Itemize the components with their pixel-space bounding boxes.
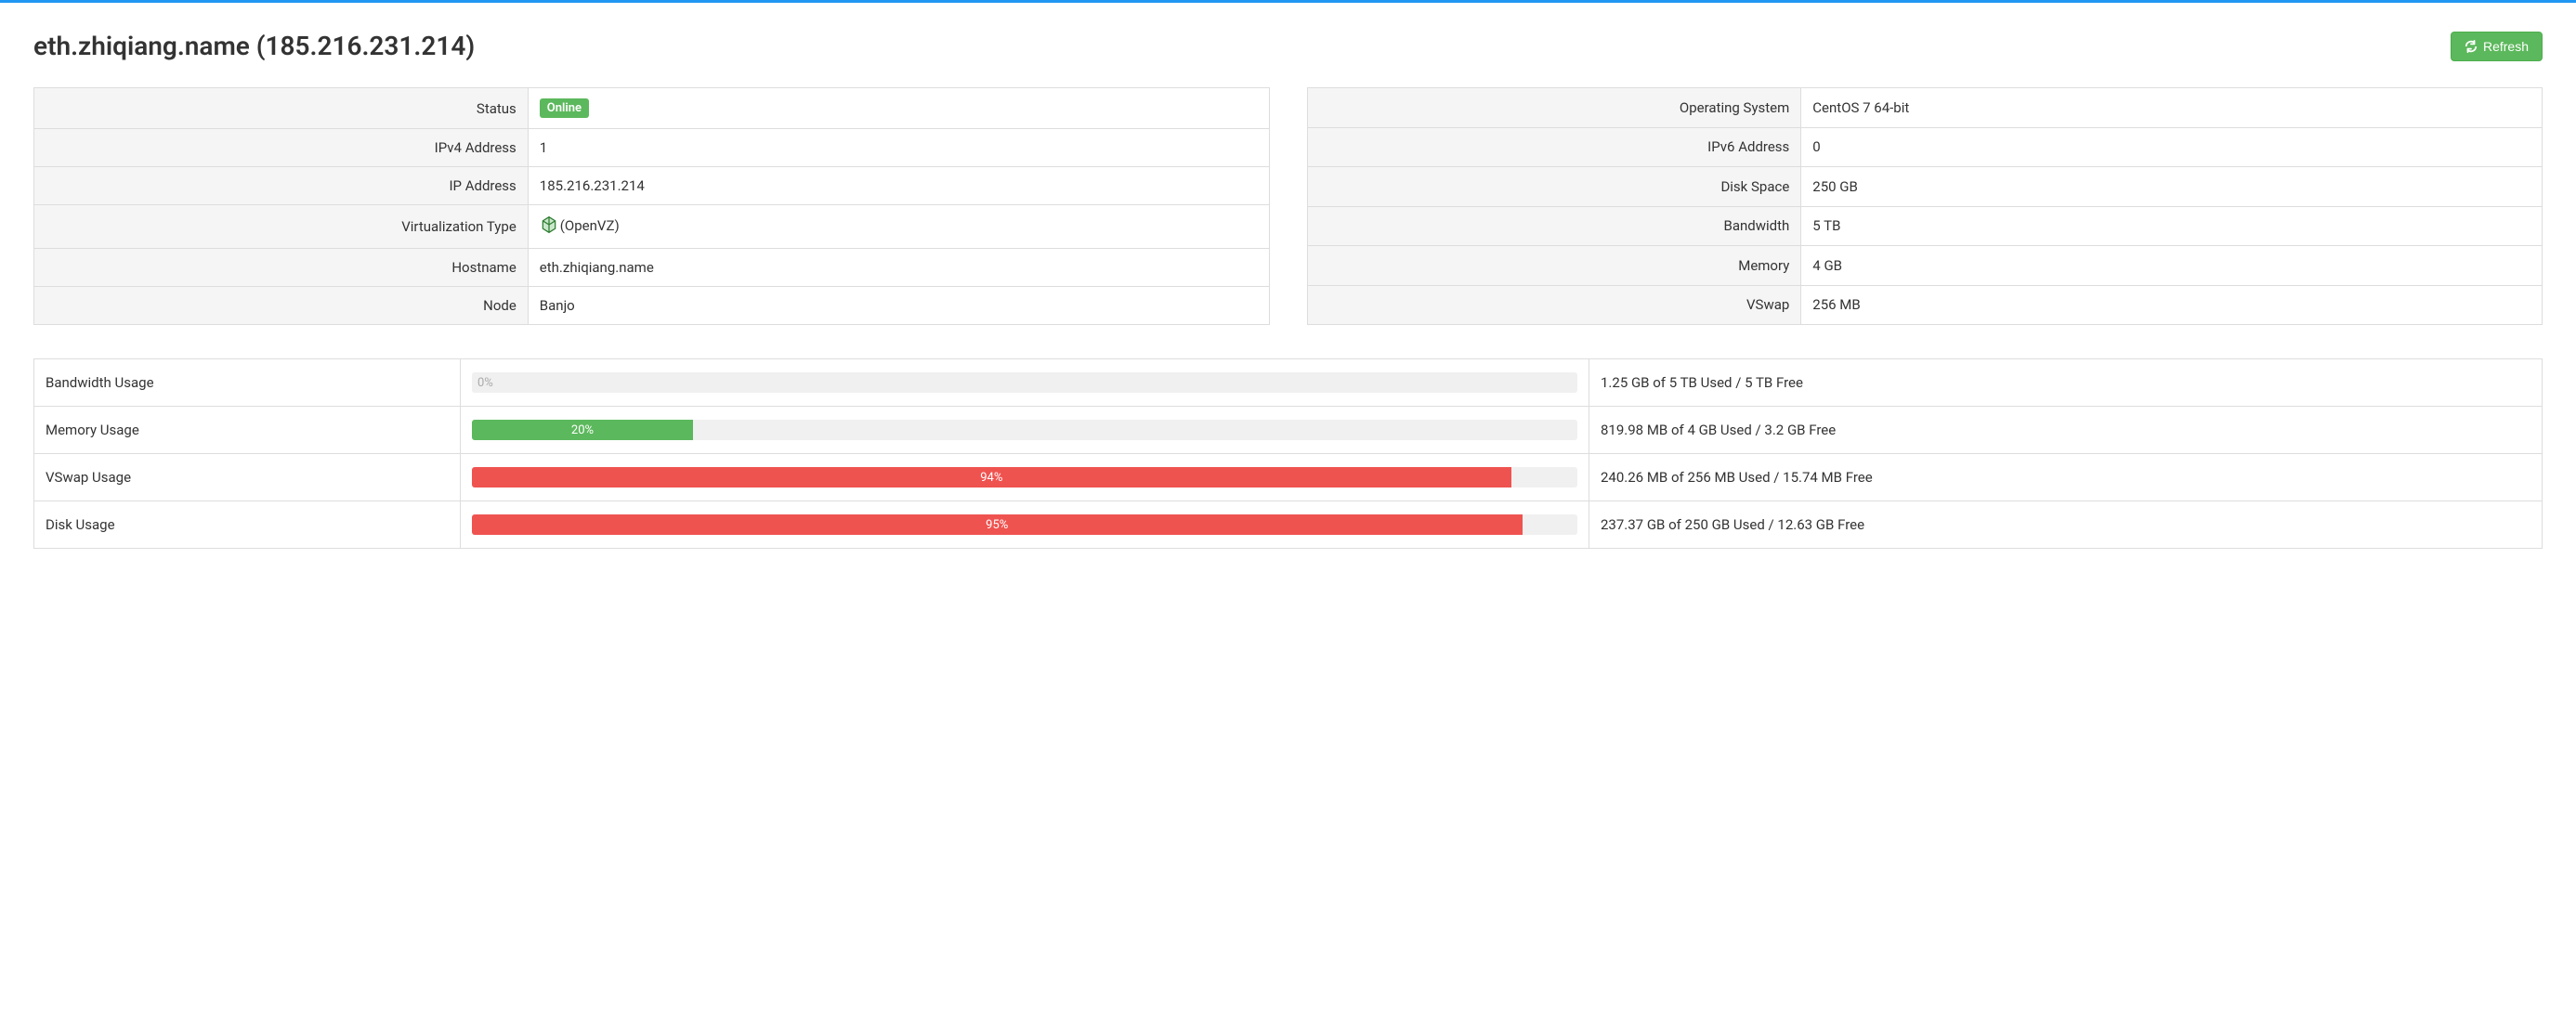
progress-percent-label: 20% [571,423,594,437]
info-label: Hostname [34,249,529,287]
info-value: 1 [528,129,1269,167]
info-value: 250 GB [1801,167,2543,207]
info-label: Bandwidth [1307,206,1801,246]
progress-track: 0% [472,372,1577,393]
info-value: (OpenVZ) [528,205,1269,249]
usage-text: 1.25 GB of 5 TB Used / 5 TB Free [1589,359,2543,407]
info-value: eth.zhiqiang.name [528,249,1269,287]
info-value: 0 [1801,127,2543,167]
info-row: IPv6 Address0 [1307,127,2543,167]
info-row: Status Online [34,88,1270,129]
info-row: Disk Space250 GB [1307,167,2543,207]
progress-bar: 0% [472,372,517,393]
info-value: 4 GB [1801,246,2543,286]
progress-percent-label: 0% [477,376,493,390]
info-row: Memory4 GB [1307,246,2543,286]
progress-bar: 94% [472,467,1511,488]
header-row: eth.zhiqiang.name (185.216.231.214) Refr… [33,31,2543,61]
usage-bar-cell: 95% [461,501,1589,549]
usage-label: VSwap Usage [34,454,461,501]
info-row: Virtualization Type (OpenVZ) [34,205,1270,249]
info-row: Operating SystemCentOS 7 64-bit [1307,88,2543,128]
progress-bar: 95% [472,514,1523,535]
info-row: NodeBanjo [34,287,1270,325]
page-container: eth.zhiqiang.name (185.216.231.214) Refr… [0,3,2576,577]
info-label: IPv4 Address [34,129,529,167]
usage-text: 237.37 GB of 250 GB Used / 12.63 GB Free [1589,501,2543,549]
info-value: CentOS 7 64-bit [1801,88,2543,128]
usage-label: Bandwidth Usage [34,359,461,407]
usage-row: Memory Usage 20% 819.98 MB of 4 GB Used / … [34,407,2543,454]
info-value: Online [528,88,1269,129]
info-value: Banjo [528,287,1269,325]
usage-label: Disk Usage [34,501,461,549]
server-info-right: Operating SystemCentOS 7 64-bitIPv6 Addr… [1307,87,2543,325]
usage-text: 819.98 MB of 4 GB Used / 3.2 GB Free [1589,407,2543,454]
info-row: IPv4 Address1 [34,129,1270,167]
info-label: VSwap [1307,285,1801,325]
openvz-icon [540,215,558,238]
info-label: Operating System [1307,88,1801,128]
info-label: Node [34,287,529,325]
page-title: eth.zhiqiang.name (185.216.231.214) [33,31,475,61]
info-value: 5 TB [1801,206,2543,246]
progress-track: 20% [472,420,1577,440]
info-label: Virtualization Type [34,205,529,249]
progress-track: 95% [472,514,1577,535]
status-badge: Online [540,98,589,118]
usage-table: Bandwidth Usage 0% 1.25 GB of 5 TB Used / … [33,358,2543,549]
usage-row: VSwap Usage 94% 240.26 MB of 256 MB Used /… [34,454,2543,501]
info-label: Status [34,88,529,129]
info-tables-row: Status Online IPv4 Address1IP Address185.2… [33,87,2543,325]
refresh-button[interactable]: Refresh [2451,32,2543,61]
usage-row: Bandwidth Usage 0% 1.25 GB of 5 TB Used / … [34,359,2543,407]
progress-percent-label: 94% [980,471,1002,485]
info-row: Bandwidth5 TB [1307,206,2543,246]
info-row: Hostnameeth.zhiqiang.name [34,249,1270,287]
info-row: IP Address185.216.231.214 [34,167,1270,205]
usage-bar-cell: 20% [461,407,1589,454]
info-label: Disk Space [1307,167,1801,207]
refresh-button-label: Refresh [2483,39,2529,54]
info-value: 185.216.231.214 [528,167,1269,205]
info-value-text: (OpenVZ) [560,217,620,234]
refresh-icon [2465,40,2478,53]
server-info-left: Status Online IPv4 Address1IP Address185.2… [33,87,1270,325]
info-label: IPv6 Address [1307,127,1801,167]
progress-bar: 20% [472,420,693,440]
usage-bar-cell: 94% [461,454,1589,501]
info-value: 256 MB [1801,285,2543,325]
progress-track: 94% [472,467,1577,488]
info-label: IP Address [34,167,529,205]
info-label: Memory [1307,246,1801,286]
usage-text: 240.26 MB of 256 MB Used / 15.74 MB Free [1589,454,2543,501]
usage-label: Memory Usage [34,407,461,454]
usage-bar-cell: 0% [461,359,1589,407]
usage-row: Disk Usage 95% 237.37 GB of 250 GB Used / … [34,501,2543,549]
progress-percent-label: 95% [986,518,1008,532]
info-row: VSwap256 MB [1307,285,2543,325]
